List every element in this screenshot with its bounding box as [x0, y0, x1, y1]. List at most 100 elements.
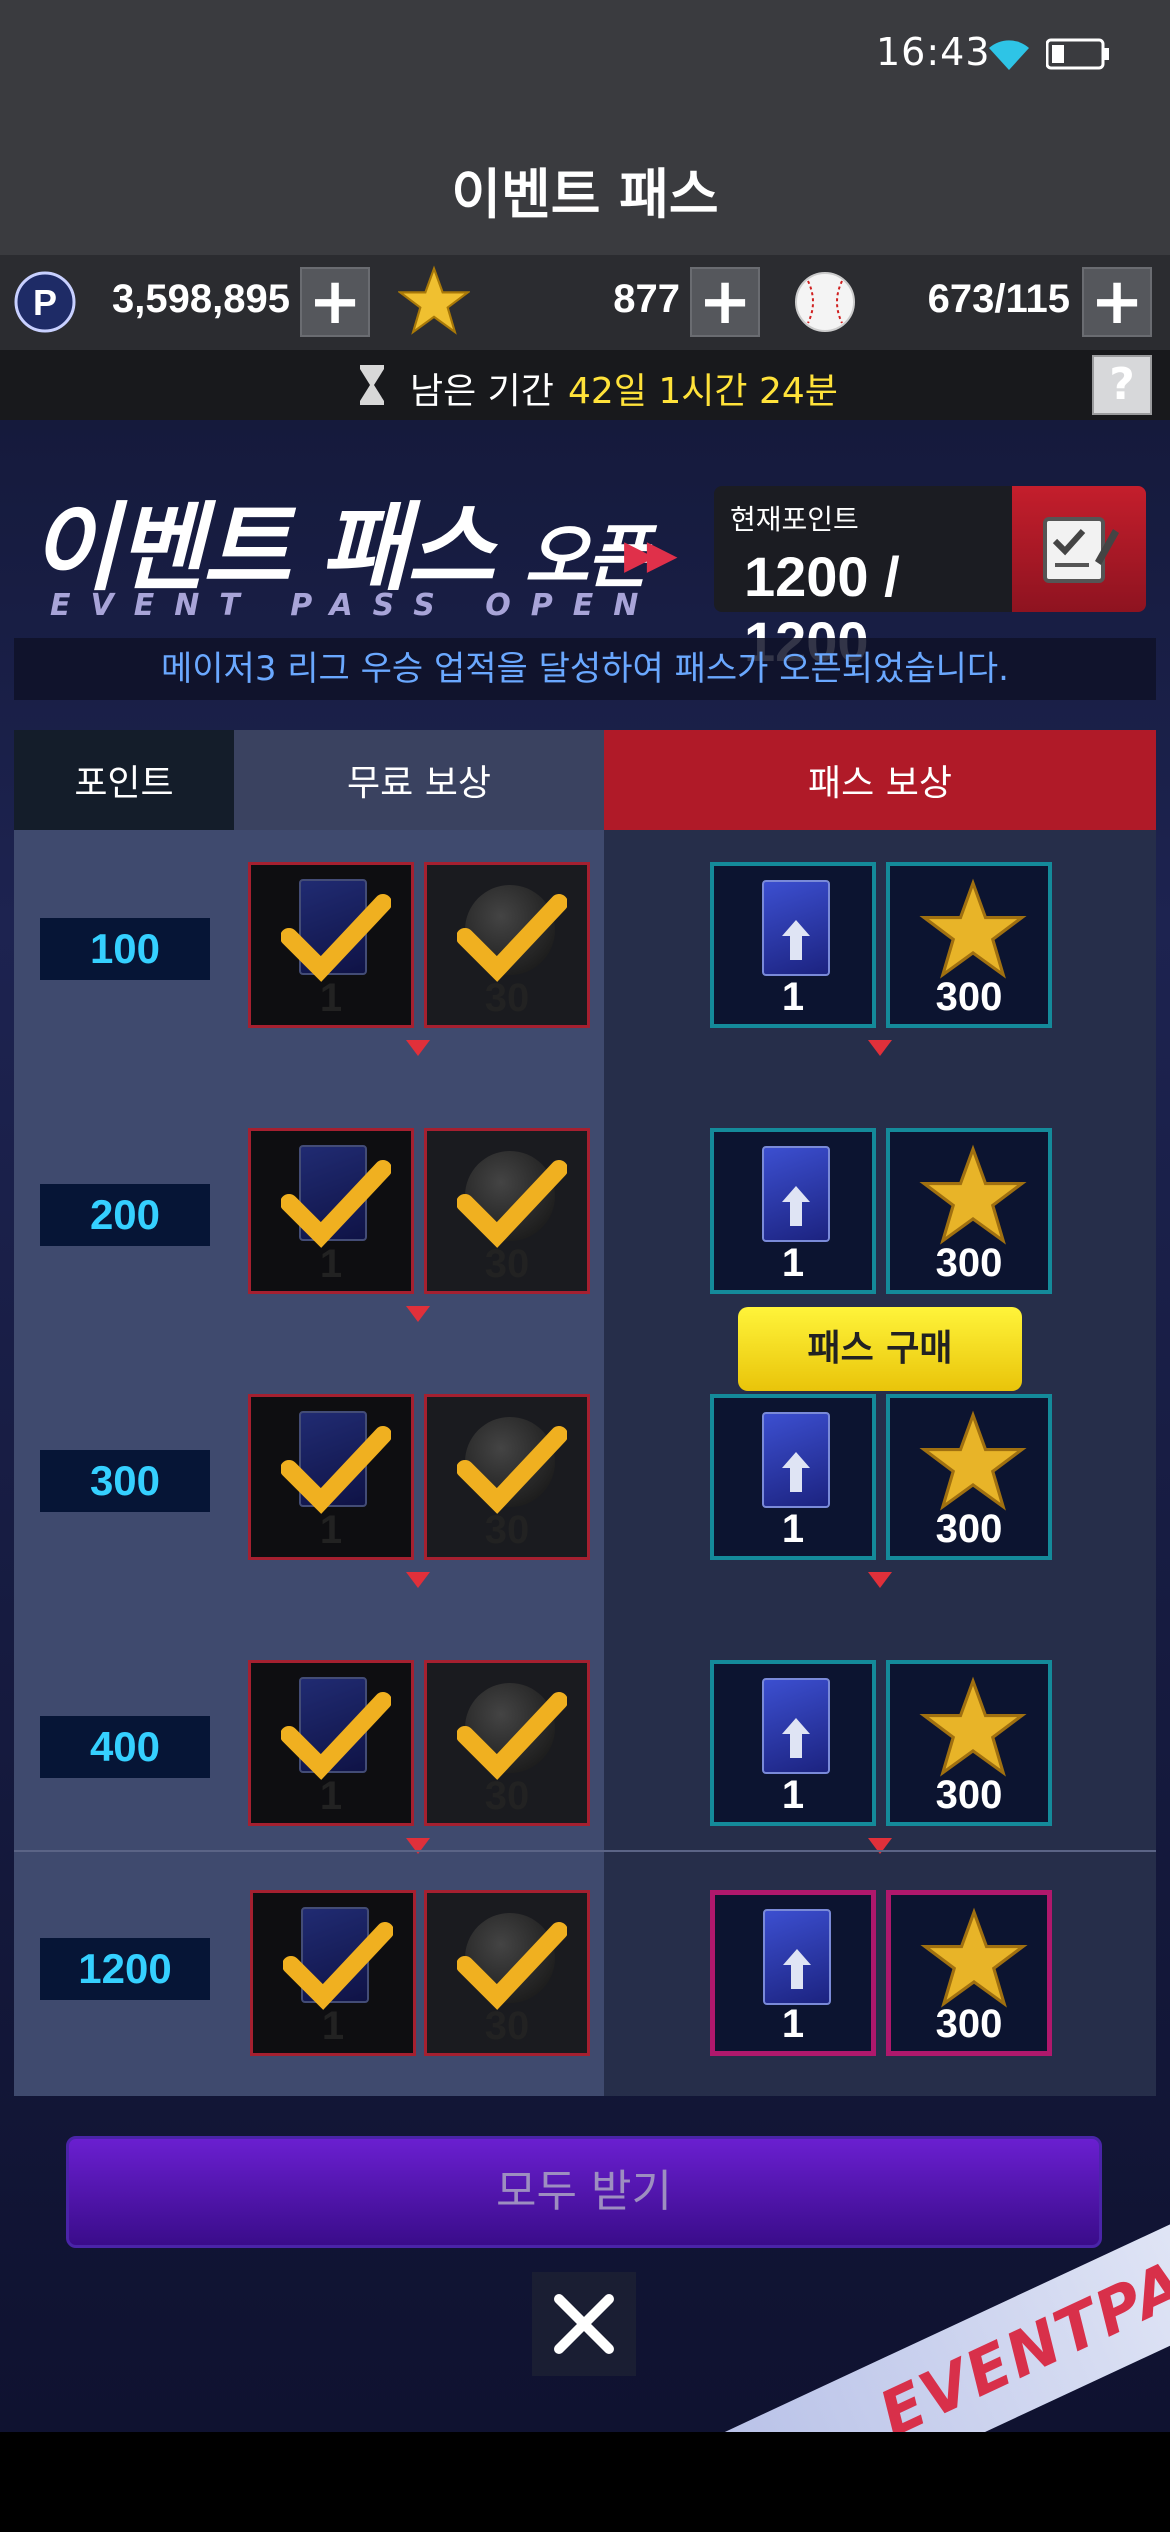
wifi-icon — [989, 40, 1029, 70]
free-reward-ball-slot[interactable]: 30 — [424, 1890, 590, 2056]
svg-text:P: P — [33, 282, 57, 323]
reward-quantity: 1 — [781, 1241, 805, 1285]
claimed-check-icon — [457, 1922, 567, 2010]
upgrade-arrow-icon — [783, 1949, 811, 1989]
add-points-button[interactable]: + — [300, 267, 370, 337]
claimed-check-icon — [281, 894, 391, 982]
banner-subtitle: EVENT PASS OPEN — [50, 588, 659, 623]
reward-quantity: 1 — [319, 1508, 343, 1552]
star-currency-value: 877 — [613, 277, 680, 321]
upgrade-arrow-icon — [782, 1186, 810, 1226]
battery-icon — [1046, 38, 1109, 70]
reward-quantity: 30 — [484, 2004, 530, 2048]
claimed-check-icon — [281, 1692, 391, 1780]
mission-list-button[interactable] — [1012, 486, 1146, 612]
remaining-time-bar: 남은 기간 42일 1시간 24분 ? — [0, 350, 1170, 420]
free-reward-card-slot[interactable]: 1 — [248, 1128, 414, 1294]
reward-list: 100 1 30 1 300 200 1 30 1 300 300 1 30 1… — [14, 830, 1156, 2096]
claimed-check-icon — [281, 1426, 391, 1514]
star-icon — [919, 1410, 1027, 1511]
pass-reward-star-slot[interactable]: 300 — [886, 862, 1052, 1028]
reward-quantity: 300 — [935, 2002, 1003, 2046]
event-pass-banner: 이벤트 패스 오픈 ▶▶ EVENT PASS OPEN 현재포인트 1200 … — [0, 420, 1170, 720]
currency-bar: P 3,598,895 + 877 + 673/115 + — [0, 255, 1170, 350]
upgrade-arrow-icon — [782, 1452, 810, 1492]
row-points-badge: 100 — [40, 918, 210, 980]
reward-quantity: 30 — [484, 1242, 530, 1286]
pass-reward-star-slot[interactable]: 300 — [886, 1128, 1052, 1294]
pass-reward-card-slot[interactable]: 1 — [710, 1660, 876, 1826]
pass-reward-star-slot[interactable]: 300 — [886, 1890, 1052, 2056]
reward-row-final: 1200 1 30 1 300 — [14, 1852, 1156, 2096]
buy-pass-button[interactable]: 패스 구매 — [738, 1307, 1022, 1391]
close-icon — [554, 2294, 614, 2354]
star-icon — [920, 1907, 1028, 2008]
reward-quantity: 300 — [935, 1773, 1003, 1817]
tab-pass-rewards: 패스 보상 — [604, 730, 1156, 830]
row-points-badge: 200 — [40, 1184, 210, 1246]
pass-reward-card-slot[interactable]: 1 — [710, 1890, 876, 2056]
tab-points: 포인트 — [14, 730, 234, 830]
help-button[interactable]: ? — [1092, 355, 1152, 415]
free-reward-card-slot[interactable]: 1 — [250, 1890, 416, 2056]
progress-marker-icon — [406, 1572, 430, 1588]
row-points-badge: 1200 — [40, 1938, 210, 2000]
reward-quantity: 1 — [781, 975, 805, 1019]
hourglass-icon — [360, 365, 384, 405]
reward-quantity: 1 — [319, 976, 343, 1020]
pass-reward-star-slot[interactable]: 300 — [886, 1394, 1052, 1560]
free-reward-ball-slot[interactable]: 30 — [424, 862, 590, 1028]
event-pass-panel: 이벤트 패스 오픈 ▶▶ EVENT PASS OPEN 현재포인트 1200 … — [0, 420, 1170, 2432]
free-reward-ball-slot[interactable]: 30 — [424, 1394, 590, 1560]
claimed-check-icon — [457, 1692, 567, 1780]
tab-free-rewards: 무료 보상 — [234, 730, 604, 830]
pass-reward-card-slot[interactable]: 1 — [710, 862, 876, 1028]
free-reward-card-slot[interactable]: 1 — [248, 862, 414, 1028]
free-reward-ball-slot[interactable]: 30 — [424, 1660, 590, 1826]
baseball-icon — [795, 272, 855, 332]
pass-reward-card-slot[interactable]: 1 — [710, 1394, 876, 1560]
points-currency-value: 3,598,895 — [112, 277, 290, 321]
row-points-badge: 300 — [40, 1450, 210, 1512]
star-icon — [919, 878, 1027, 979]
claim-all-button[interactable]: 모두 받기 — [66, 2136, 1102, 2248]
pass-reward-card-slot[interactable]: 1 — [710, 1128, 876, 1294]
reward-quantity: 300 — [935, 975, 1003, 1019]
reward-quantity: 1 — [781, 1773, 805, 1817]
current-points-box: 현재포인트 1200 / 1200 — [714, 486, 1014, 673]
reward-quantity: 1 — [781, 1507, 805, 1551]
pass-open-notice: 메이저3 리그 우승 업적을 달성하여 패스가 오픈되었습니다. — [14, 638, 1156, 700]
reward-quantity: 30 — [484, 1508, 530, 1552]
reward-quantity: 300 — [935, 1241, 1003, 1285]
current-points-label: 현재포인트 — [730, 503, 859, 536]
add-stars-button[interactable]: + — [690, 267, 760, 337]
row-points-badge: 400 — [40, 1716, 210, 1778]
claimed-check-icon — [457, 894, 567, 982]
reward-quantity: 1 — [319, 1242, 343, 1286]
claimed-check-icon — [457, 1426, 567, 1514]
progress-marker-icon — [868, 1572, 892, 1588]
progress-marker-icon — [868, 1040, 892, 1056]
remaining-label: 남은 기간 — [410, 371, 554, 412]
close-button[interactable] — [532, 2272, 636, 2376]
pass-reward-star-slot[interactable]: 300 — [886, 1660, 1052, 1826]
free-reward-card-slot[interactable]: 1 — [248, 1394, 414, 1560]
p-coin-icon: P — [14, 271, 76, 333]
checklist-icon — [1043, 517, 1119, 583]
reward-quantity: 300 — [935, 1507, 1003, 1551]
claimed-check-icon — [283, 1922, 393, 2010]
reward-quantity: 30 — [484, 976, 530, 1020]
double-arrow-icon: ▶▶ — [624, 532, 677, 578]
star-icon — [398, 265, 470, 335]
star-icon — [919, 1676, 1027, 1777]
upgrade-arrow-icon — [782, 920, 810, 960]
ball-currency-value: 673/115 — [927, 277, 1070, 321]
reward-quantity: 30 — [484, 1774, 530, 1818]
progress-marker-icon — [406, 1040, 430, 1056]
free-reward-card-slot[interactable]: 1 — [248, 1660, 414, 1826]
bottom-bar — [0, 2432, 1170, 2532]
reward-quantity: 1 — [781, 2002, 805, 2046]
free-reward-ball-slot[interactable]: 30 — [424, 1128, 590, 1294]
reward-tabs: 포인트 무료 보상 패스 보상 — [14, 730, 1156, 830]
add-balls-button[interactable]: + — [1082, 267, 1152, 337]
